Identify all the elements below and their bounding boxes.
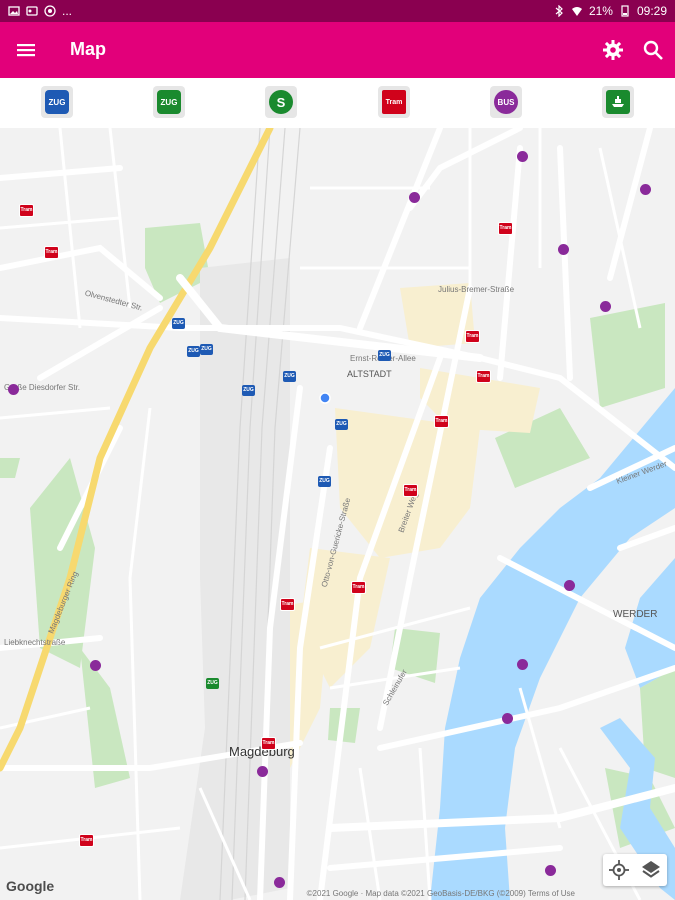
battery-percent: 21% [588, 4, 613, 18]
battery-icon [621, 5, 629, 17]
app-bar: Map [0, 22, 675, 78]
bus-stop-marker[interactable] [564, 580, 575, 591]
filter-s-bahn-button[interactable]: S [265, 86, 297, 118]
tram-stop-marker[interactable]: Tram [498, 222, 513, 235]
zug-station-marker[interactable]: ZUG [318, 476, 331, 487]
filter-ferry-button[interactable] [602, 86, 634, 118]
train-icon: ZUG [157, 90, 181, 114]
tram-icon: Tram [382, 90, 406, 114]
map-controls [603, 854, 667, 886]
s-bahn-icon: S [269, 90, 293, 114]
wifi-icon [571, 7, 582, 16]
page-title: Map [70, 39, 106, 59]
train-icon: ZUG [45, 90, 69, 114]
map-label-altstadt: ALTSTADT [347, 369, 392, 379]
zug-station-marker[interactable]: ZUG [378, 350, 391, 361]
tram-stop-marker[interactable]: Tram [261, 737, 276, 750]
bus-stop-marker[interactable] [90, 660, 101, 671]
clock: 09:29 [636, 4, 667, 18]
bus-stop-marker[interactable] [409, 192, 420, 203]
tram-stop-marker[interactable]: Tram [351, 581, 366, 594]
google-logo: Google [6, 878, 55, 894]
tram-stop-marker[interactable]: Tram [403, 484, 418, 497]
tram-stop-marker[interactable]: Tram [19, 204, 34, 217]
filter-zug-regional-button[interactable]: ZUG [41, 86, 73, 118]
cast-icon [26, 6, 38, 16]
map-label-liebknechtstrasse: Liebknechtstraße [4, 638, 66, 647]
ferry-icon [606, 90, 630, 114]
zug-station-marker[interactable]: ZUG [242, 385, 255, 396]
map-label-julius-bremer: Julius-Bremer-Straße [438, 285, 515, 294]
my-location-icon[interactable] [607, 858, 631, 882]
bus-stop-marker[interactable] [640, 184, 651, 195]
map-canvas [0, 128, 675, 900]
bluetooth-icon [555, 5, 563, 17]
map-view[interactable]: ALTSTADT Magdeburg WERDER Olvenstedter S… [0, 128, 675, 900]
tram-stop-marker[interactable]: Tram [465, 330, 480, 343]
bus-stop-marker[interactable] [558, 244, 569, 255]
tram-stop-marker[interactable]: Tram [434, 415, 449, 428]
bus-stop-marker[interactable] [545, 865, 556, 876]
more-notifications: ... [62, 4, 73, 18]
tram-stop-marker[interactable]: Tram [476, 370, 491, 383]
transport-filter-bar: ZUG ZUG S Tram BUS [0, 78, 675, 129]
tram-stop-marker[interactable]: Tram [280, 598, 295, 611]
zug-station-marker[interactable]: ZUG [283, 371, 296, 382]
zug-local-station-marker[interactable]: ZUG [206, 678, 219, 689]
gallery-icon [8, 6, 20, 16]
map-label-werder: WERDER [613, 609, 658, 620]
chrome-icon [44, 5, 56, 17]
layers-icon[interactable] [639, 858, 663, 882]
filter-zug-local-button[interactable]: ZUG [153, 86, 185, 118]
bus-stop-marker[interactable] [8, 384, 19, 395]
bus-stop-marker[interactable] [257, 766, 268, 777]
bus-stop-marker[interactable] [274, 877, 285, 888]
zug-station-marker[interactable]: ZUG [200, 344, 213, 355]
zug-station-marker[interactable]: ZUG [187, 346, 200, 357]
bus-icon: BUS [494, 90, 518, 114]
tram-stop-marker[interactable]: Tram [44, 246, 59, 259]
my-location-dot [319, 392, 331, 404]
bus-stop-marker[interactable] [517, 151, 528, 162]
bus-stop-marker[interactable] [502, 713, 513, 724]
settings-icon[interactable] [601, 38, 625, 62]
menu-icon[interactable] [14, 38, 38, 62]
status-bar: ... 21% 09:29 [0, 0, 675, 22]
filter-tram-button[interactable]: Tram [378, 86, 410, 118]
filter-bus-button[interactable]: BUS [490, 86, 522, 118]
zug-station-marker[interactable]: ZUG [335, 419, 348, 430]
zug-station-marker[interactable]: ZUG [172, 318, 185, 329]
map-attribution[interactable]: ©2021 Google · Map data ©2021 GeoBasis-D… [307, 889, 575, 898]
bus-stop-marker[interactable] [517, 659, 528, 670]
bus-stop-marker[interactable] [600, 301, 611, 312]
tram-stop-marker[interactable]: Tram [79, 834, 94, 847]
search-icon[interactable] [641, 38, 665, 62]
